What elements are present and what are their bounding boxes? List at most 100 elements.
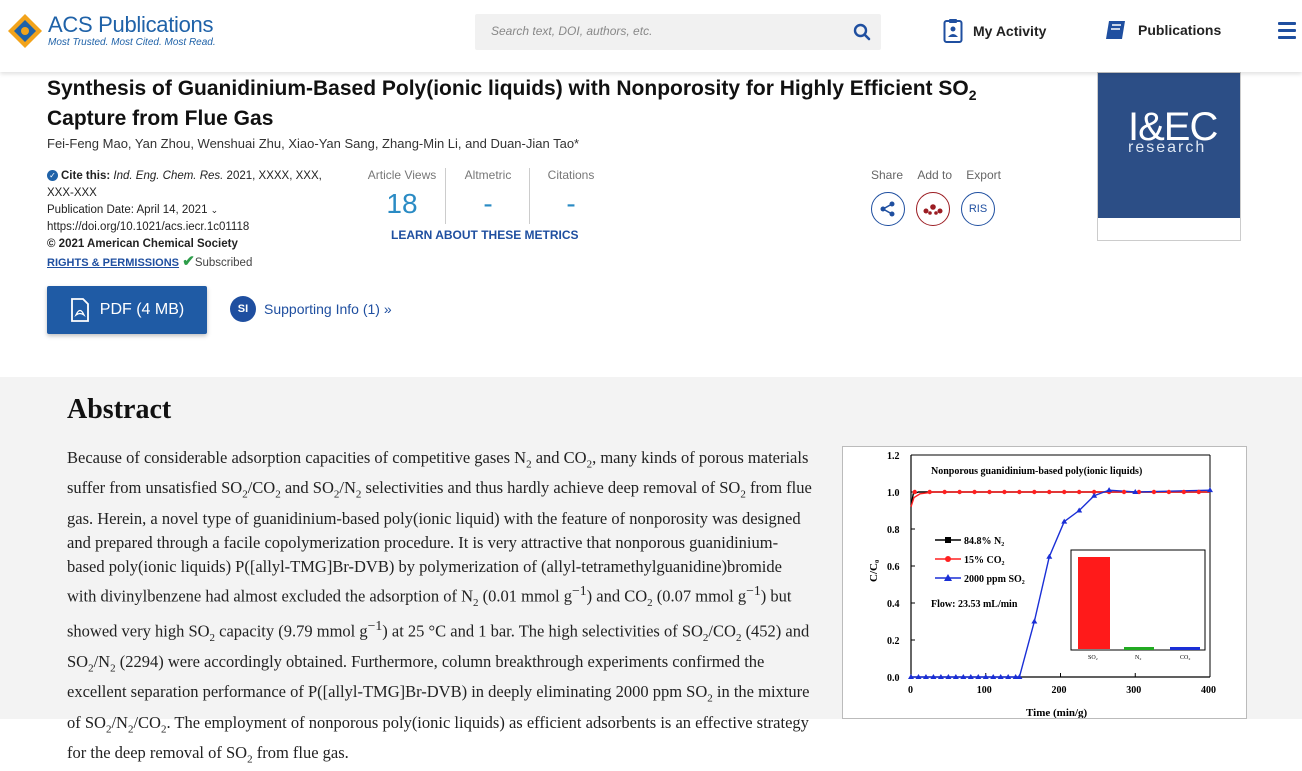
altmetric-metric[interactable]: Altmetric - (445, 168, 530, 224)
article-views-value: 18 (386, 188, 418, 219)
svg-text:CO₂: CO₂ (1180, 655, 1190, 661)
publication-date: Publication Date: April 14, 2021 (47, 204, 208, 216)
pdf-label: PDF (4 MB) (99, 301, 185, 318)
doi-link[interactable]: https://doi.org/10.1021/acs.iecr.1c01118 (47, 219, 337, 236)
y-tick-label: 0.0 (887, 673, 900, 684)
co2-point (972, 489, 977, 495)
export-ris-button[interactable]: RIS (961, 192, 995, 226)
so2-point (1031, 618, 1038, 624)
metrics-panel: Article Views 18 Altmetric - Citations - (358, 168, 608, 224)
n2-series-line (910, 491, 1210, 507)
publications-link[interactable]: Publications (1104, 18, 1221, 42)
my-activity-label: My Activity (973, 23, 1047, 39)
my-activity-link[interactable]: My Activity (943, 18, 1046, 44)
co2-point (1151, 489, 1157, 495)
co2-point (912, 489, 917, 495)
altmetric-value: - (483, 188, 493, 219)
acs-logo[interactable]: ACS Publications Most Trusted. Most Cite… (6, 12, 216, 50)
x-tick-label: 400 (1201, 685, 1216, 696)
y-axis-label: C/C₀ (868, 559, 880, 582)
book-icon (1106, 21, 1125, 39)
publications-label: Publications (1138, 22, 1222, 38)
y-tick-label: 0.8 (887, 525, 900, 536)
supporting-info-link[interactable]: SI Supporting Info (1) » (230, 296, 392, 322)
legend-so2: 2000 ppm SO₂ (964, 574, 1025, 585)
article-tools: Share Add to Export RIS (871, 168, 1001, 226)
article-title: Synthesis of Guanidinium-Based Poly(ioni… (47, 77, 977, 131)
cover-subtitle: research (1128, 139, 1207, 156)
co2-point (1017, 489, 1022, 495)
cite-label[interactable]: Cite this: (61, 170, 110, 182)
activity-icon (943, 19, 963, 43)
si-badge-icon: SI (230, 296, 256, 322)
share-button[interactable] (871, 192, 905, 226)
copyright: © 2021 American Chemical Society (47, 238, 238, 250)
mendeley-icon (923, 204, 943, 215)
legend-n2: 84.8% N₂ (964, 536, 1004, 547)
x-tick-label: 200 (1052, 685, 1067, 696)
x-tick-label: 100 (977, 685, 992, 696)
co2-point (927, 489, 932, 495)
x-axis-label: Time (min/g) (1026, 707, 1088, 718)
subscribed-label: Subscribed (194, 257, 253, 269)
inset-chart: SO₂ N₂ CO₂ (1070, 549, 1206, 661)
author-list[interactable]: Fei-Feng Mao, Yan Zhou, Wenshuai Zhu, Xi… (47, 136, 579, 151)
journal-cover[interactable]: I&EC research (1097, 72, 1241, 241)
co2-point (1062, 489, 1067, 495)
check-icon: ✓ (47, 170, 58, 182)
add-to-button[interactable] (916, 192, 950, 226)
export-label: Export (966, 168, 1001, 182)
search-input[interactable] (489, 23, 833, 39)
co2-series-line (910, 491, 1210, 508)
co2-point (1121, 489, 1127, 495)
pdf-file-icon (70, 298, 89, 322)
rights-permissions-link[interactable]: RIGHTS & PERMISSIONS (47, 257, 179, 269)
y-tick-label: 0.6 (887, 562, 900, 573)
legend: 84.8% N₂ 15% CO₂ 2000 ppm SO₂ Flow: 23.5… (931, 536, 1025, 610)
ris-label: RIS (968, 203, 988, 215)
co2-point (942, 489, 947, 495)
share-label: Share (871, 168, 904, 182)
search-icon[interactable] (853, 23, 871, 41)
citations-value: - (566, 188, 576, 219)
co2-point (1047, 489, 1052, 495)
learn-metrics-link[interactable]: LEARN ABOUT THESE METRICS (391, 228, 579, 242)
hamburger-menu-icon[interactable] (1278, 22, 1296, 43)
y-tick-label: 0.4 (887, 599, 900, 610)
search-box (475, 14, 881, 50)
y-tick-label: 0.2 (887, 636, 900, 647)
x-tick-label: 0 (908, 685, 913, 696)
pdf-download-button[interactable]: PDF (4 MB) (47, 286, 207, 334)
logo-name: ACS Publications (48, 12, 214, 37)
cover-footer (1098, 218, 1240, 240)
article-views-metric: Article Views 18 (358, 168, 446, 224)
citation-block: ✓ Cite this: Ind. Eng. Chem. Res. 2021, X… (47, 168, 337, 272)
abstract-heading: Abstract (67, 394, 172, 425)
share-icon (880, 201, 895, 217)
supporting-info-label: Supporting Info (1) » (264, 301, 392, 317)
logo-tagline: Most Trusted. Most Cited. Most Read. (48, 37, 216, 48)
co2-point (1181, 489, 1187, 495)
chevron-down-icon[interactable]: ⌄ (211, 205, 219, 215)
acs-logo-icon (8, 14, 42, 48)
x-tick-label: 300 (1126, 685, 1141, 696)
citations-metric[interactable]: Citations - (529, 168, 612, 224)
top-bar: ACS Publications Most Trusted. Most Cite… (0, 0, 1302, 72)
svg-text:SO₂: SO₂ (1088, 655, 1098, 661)
so2-point (1046, 553, 1053, 559)
co2-point (1166, 489, 1172, 495)
graphic-title: Nonporous guanidinium-based poly(ionic l… (931, 466, 1142, 477)
co2-point (1032, 489, 1037, 495)
svg-text:N₂: N₂ (1135, 655, 1141, 661)
abstract-text: Because of considerable adsorption capac… (67, 448, 812, 766)
co2-point (957, 489, 962, 495)
co2-point (1076, 489, 1082, 495)
y-tick-label: 1.2 (887, 451, 900, 462)
add-to-label: Add to (917, 168, 953, 182)
y-tick-label: 1.0 (887, 488, 900, 499)
cite-journal: Ind. Eng. Chem. Res. (113, 170, 224, 182)
toc-graphic[interactable]: 0.0 0.2 0.4 0.6 0.8 1.0 1.2 0 100 200 300 400 Nonp… (842, 446, 1247, 719)
flow-label: Flow: 23.53 mL/min (931, 599, 1018, 610)
checkmark-icon: ✔ (182, 253, 195, 270)
co2-point (1196, 489, 1201, 495)
